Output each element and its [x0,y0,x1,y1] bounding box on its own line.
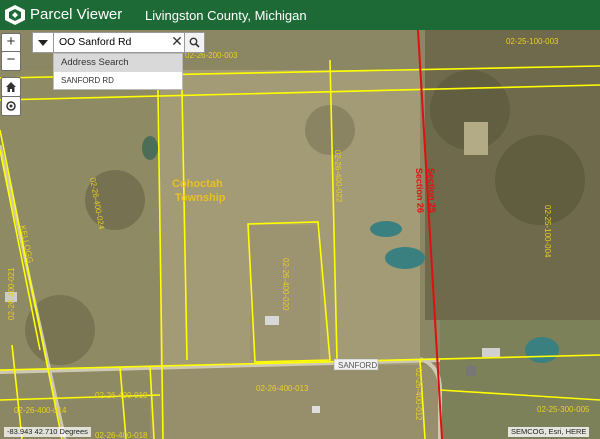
app-title: Parcel Viewer [30,6,123,23]
parcel-label: 02-25-300-005 [537,405,590,414]
suggestion-group-header: Address Search [54,54,182,72]
close-icon: ✕ [171,33,183,49]
parcel-label: 02-25-100-004 [543,205,552,258]
map-canvas[interactable]: 02-26-200-003 02-25-100-003 02-26-400-02… [0,30,600,439]
parcel-label: 02-26-400-019 [95,391,148,400]
parcel-label: 02-26-400-021 [7,267,16,320]
search-input[interactable]: OO Sanford Rd [53,32,185,53]
locate-icon [6,101,16,111]
zoom-out-button[interactable]: − [1,51,21,71]
parcel-label: 02-26-400-014 [14,406,67,415]
search-source-dropdown[interactable] [32,32,54,53]
parcel-label: 02-26-400-022 [333,150,344,203]
locate-button[interactable] [1,96,21,116]
road-label-sanford: SANFORD [338,361,377,370]
township-label: Cohoctah [172,178,223,190]
pond-1 [370,221,402,237]
pond-4 [142,136,158,160]
section-label: Section 25 [426,168,438,213]
search-button[interactable] [184,32,205,53]
zoom-in-button[interactable]: + [1,33,21,53]
suggestion-item[interactable]: SANFORD RD [54,73,182,88]
home-button[interactable] [1,77,21,97]
parcel-label: 02-26-400-020 [281,258,290,311]
section-label: Section 26 [414,168,426,213]
coordinate-readout: -83.943 42.710 Degrees [4,427,91,437]
pond-2 [385,247,425,269]
search-widget: OO Sanford Rd ✕ [32,32,205,53]
app-header: Parcel Viewer Livingston County, Michiga… [0,0,600,30]
pond-3 [525,337,559,363]
map-attribution: SEMCOG, Esri, HERE [508,427,590,437]
parcel-label: 02-26-400-013 [256,384,309,393]
home-icon [6,82,16,92]
parcel-label: 02-25-100-003 [506,37,559,46]
parcel-label: 02-26-400-012 [414,368,423,421]
search-icon [189,37,200,48]
county-name: Livingston County, Michigan [145,8,307,23]
parcel-label: 02-26-400-018 [95,431,148,439]
search-suggestions: Address Search SANFORD RD [53,53,183,90]
township-label: Township [175,192,226,204]
county-logo-icon [5,5,25,25]
